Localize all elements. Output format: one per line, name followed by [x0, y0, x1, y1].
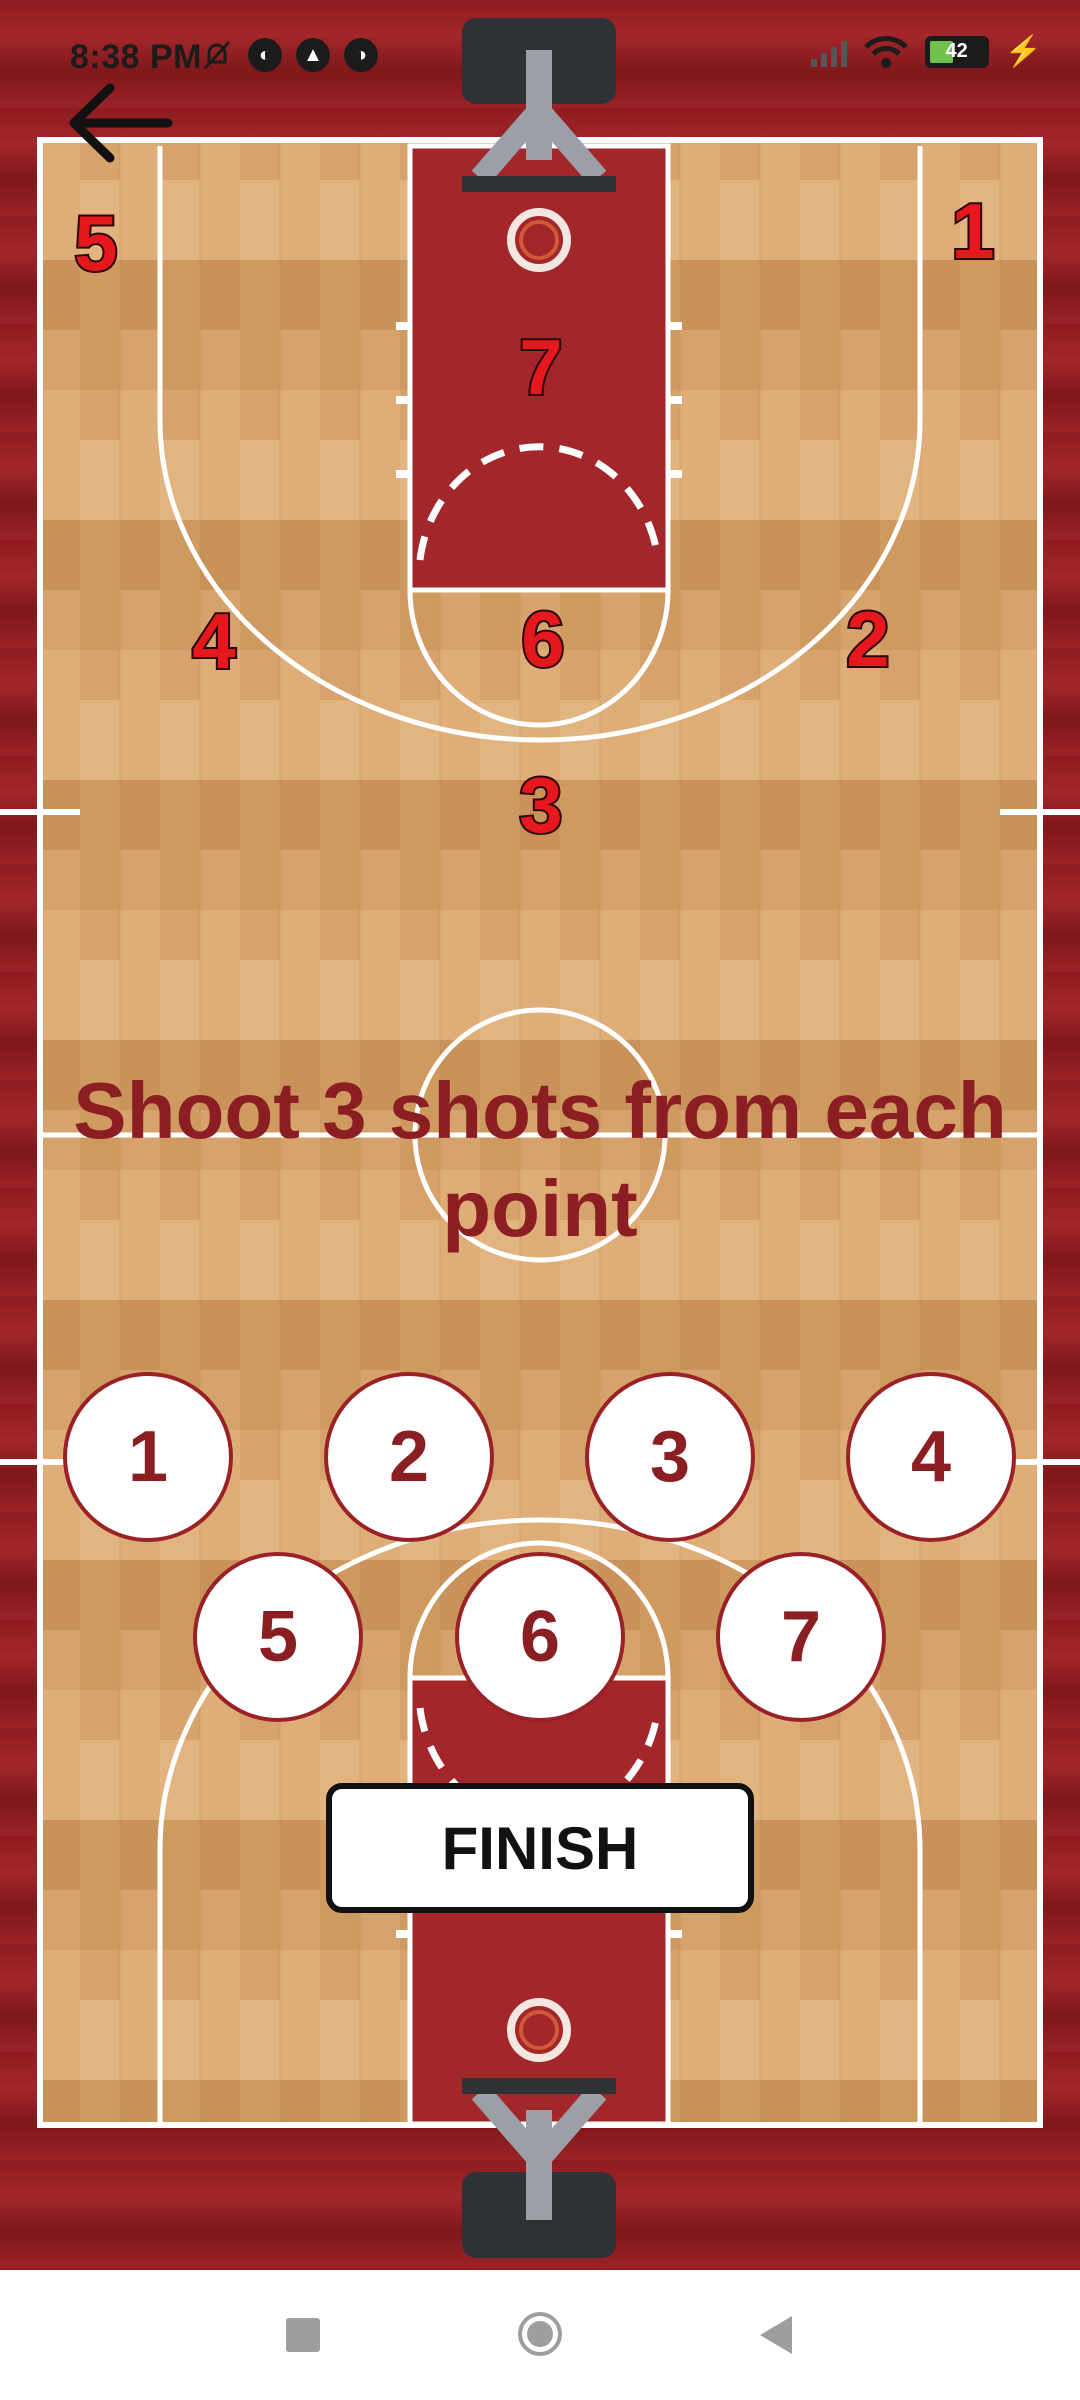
court-spot-2: 2 [846, 595, 889, 683]
mute-bell-icon [203, 40, 231, 70]
spot-button-4[interactable]: 4 [846, 1372, 1016, 1542]
app-screen: 1 2 3 4 5 6 7 8:38 PM ◐ ▲ ◑ 42 ⚡ Shoot 3… [0, 0, 1080, 2270]
notification-icons: ◐ ▲ ◑ [200, 38, 378, 72]
finish-button[interactable]: FINISH [326, 1783, 754, 1913]
court-spot-6: 6 [521, 595, 564, 683]
spot-button-2[interactable]: 2 [324, 1372, 494, 1542]
wifi-icon [863, 35, 908, 68]
app-icon-1: ◐ [248, 38, 282, 72]
back-arrow-icon[interactable] [66, 80, 176, 166]
back-icon[interactable] [756, 2314, 796, 2356]
court-spot-3: 3 [519, 761, 562, 849]
recents-icon[interactable] [286, 2318, 320, 2352]
status-time: 8:38 PM [70, 38, 202, 76]
battery-level: 42 [945, 39, 968, 62]
system-icons: 42 ⚡ [810, 34, 1042, 69]
signal-icon [810, 37, 847, 67]
charging-bolt-icon: ⚡ [1004, 35, 1042, 68]
court-spot-4: 4 [192, 597, 235, 685]
court-spot-1: 1 [951, 187, 994, 275]
spot-button-5[interactable]: 5 [193, 1552, 363, 1722]
spot-button-3[interactable]: 3 [585, 1372, 755, 1542]
home-icon[interactable] [516, 2310, 564, 2358]
battery-icon: 42 [924, 35, 989, 68]
spot-button-6[interactable]: 6 [455, 1552, 625, 1722]
app-icon-2: ▲ [296, 38, 330, 72]
instruction-text: Shoot 3 shots from each point [73, 1066, 1007, 1253]
spot-button-7[interactable]: 7 [716, 1552, 886, 1722]
app-icon-3: ◑ [344, 38, 378, 72]
spot-button-1[interactable]: 1 [63, 1372, 233, 1542]
court-spot-7: 7 [519, 323, 562, 411]
court-spot-5: 5 [74, 199, 117, 287]
